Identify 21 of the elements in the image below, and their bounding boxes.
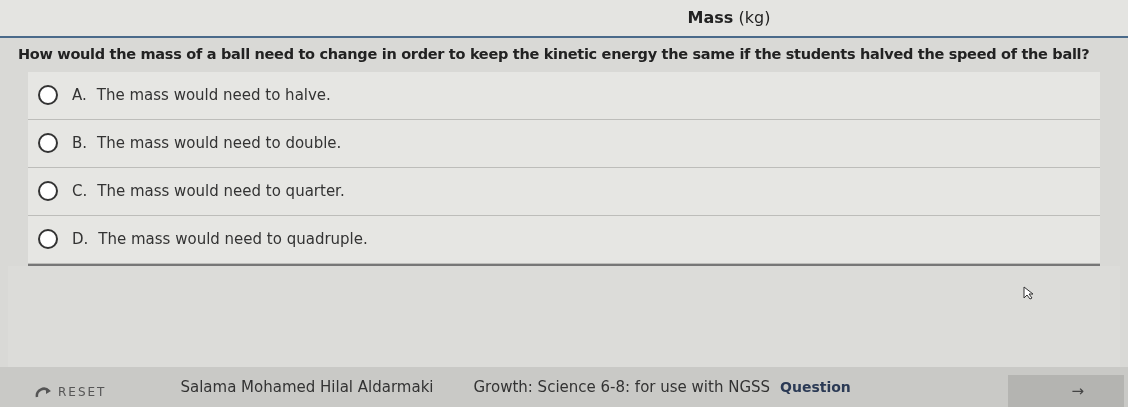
option-text: The mass would need to quarter. xyxy=(97,181,345,202)
radio-button[interactable] xyxy=(38,85,58,106)
option-text: The mass would need to quadruple. xyxy=(98,229,368,250)
radio-button[interactable] xyxy=(38,133,58,154)
option-letter: D. xyxy=(72,229,89,250)
radio-button[interactable] xyxy=(38,181,58,202)
student-name: Salama Mohamed Hilal Aldarmaki xyxy=(180,376,434,398)
section-label: Question xyxy=(780,377,851,397)
refresh-icon xyxy=(34,386,52,398)
reset-button[interactable]: RESET xyxy=(34,383,107,401)
column-label: Mass (kg) xyxy=(687,7,771,29)
option-letter: A. xyxy=(72,85,87,106)
option-letter: C. xyxy=(72,181,88,202)
radio-button[interactable] xyxy=(38,229,58,250)
question-text: How would the mass of a ball need to change in order to keep the kinetic energy the same if the students halved the speed of the ball? xyxy=(18,45,1091,64)
next-button[interactable]: → xyxy=(1008,375,1124,407)
option-letter: B. xyxy=(72,133,88,154)
course-title: Growth: Science 6-8: for use with NGSS xyxy=(473,376,771,398)
option-text: The mass would need to double. xyxy=(97,133,342,154)
cursor-icon xyxy=(1023,285,1035,300)
option-text: The mass would need to halve. xyxy=(96,85,331,106)
